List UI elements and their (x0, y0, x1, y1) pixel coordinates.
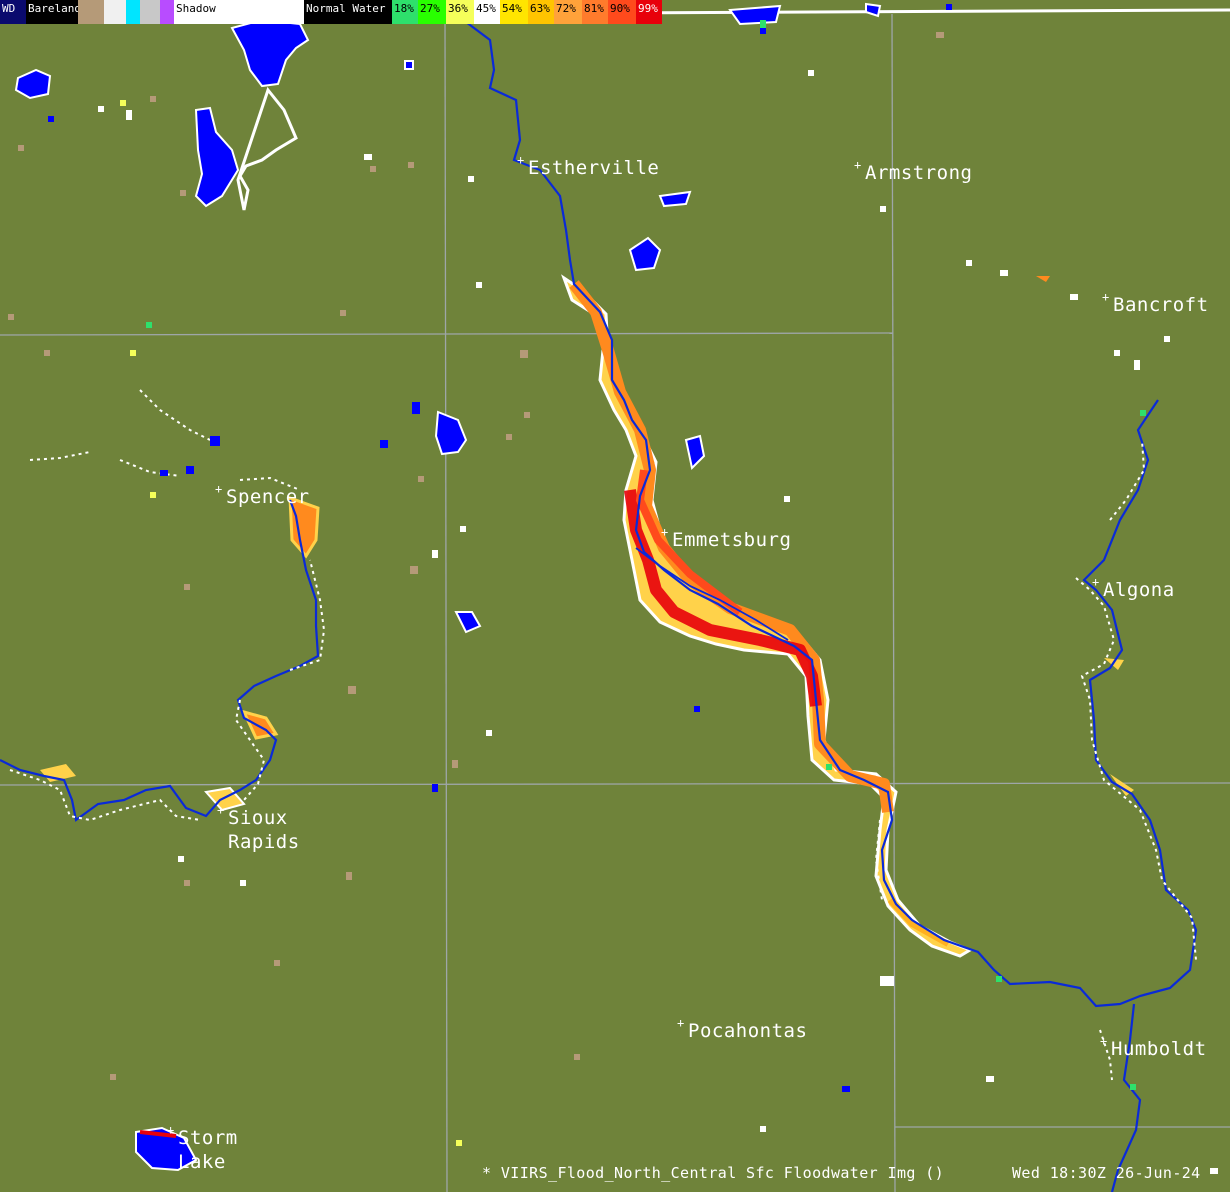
flood-extent (40, 274, 1134, 958)
city-label-estherville: + Estherville (517, 153, 659, 180)
legend-swatch-72: 72% (554, 0, 582, 24)
legend-swatch-ice (126, 0, 140, 24)
product-caption: * VIIRS_Flood_North_Central Sfc Floodwat… (482, 1164, 945, 1182)
legend-swatch-shadow: Shadow (174, 0, 220, 24)
legend-swatch-bareland-color (78, 0, 104, 24)
legend-swatch-81: 81% (582, 0, 608, 24)
lakes (14, 2, 882, 1172)
city-marker-icon: + (661, 525, 669, 539)
legend-swatch-normal-water: Normal Water (304, 0, 392, 24)
rivers (0, 21, 1198, 1192)
city-label-bancroft: + Bancroft (1102, 290, 1209, 317)
legend-swatch-45: 45% (474, 0, 500, 24)
city-label-algona: + Algona (1092, 575, 1175, 602)
city-label-emmetsburg: + Emmetsburg (661, 525, 791, 552)
flood-map[interactable]: WD Bareland Shadow Normal Water 18% 27% … (0, 0, 1230, 1192)
city-label-humboldt: + Humboldt (1100, 1034, 1207, 1061)
shoreline-edges (9, 389, 1197, 1081)
legend-swatch-blank (220, 0, 304, 24)
county-lines (0, 8, 1230, 1192)
city-label-pocahontas: + Pocahontas (677, 1016, 807, 1043)
legend-swatch-99: 99% (636, 0, 662, 24)
city-marker-icon: + (677, 1016, 685, 1030)
legend-swatch-cloud-shadow (160, 0, 174, 24)
city-marker-icon: + (1100, 1034, 1108, 1048)
legend-swatch-36: 36% (446, 0, 474, 24)
city-marker-icon: + (217, 803, 225, 817)
city-marker-icon: + (1102, 290, 1110, 304)
city-marker-icon: + (1092, 575, 1100, 589)
city-marker-icon: + (517, 153, 525, 167)
legend-swatch-bareland: Bareland (26, 0, 81, 24)
city-label-storm-lake: + Storm Lake (167, 1123, 238, 1174)
city-label-spencer: + Spencer (215, 482, 310, 509)
legend-bar: WD Bareland Shadow Normal Water 18% 27% … (0, 0, 662, 24)
legend-swatch-18: 18% (392, 0, 418, 24)
legend-swatch-27: 27% (418, 0, 446, 24)
city-label-armstrong: + Armstrong (854, 158, 972, 185)
city-marker-icon: + (854, 158, 862, 172)
legend-swatch-63: 63% (528, 0, 554, 24)
legend-swatch-snow (104, 0, 126, 24)
legend-swatch-54: 54% (500, 0, 528, 24)
city-label-sioux-rapids: + Sioux Rapids (217, 803, 300, 854)
image-timestamp: Wed 18:30Z 26-Jun-24 (1012, 1164, 1201, 1182)
city-marker-icon: + (167, 1123, 175, 1137)
legend-swatch-cloud (140, 0, 160, 24)
legend-swatch-wd: WD (0, 0, 26, 24)
legend-swatch-90: 90% (608, 0, 636, 24)
city-marker-icon: + (215, 482, 223, 496)
